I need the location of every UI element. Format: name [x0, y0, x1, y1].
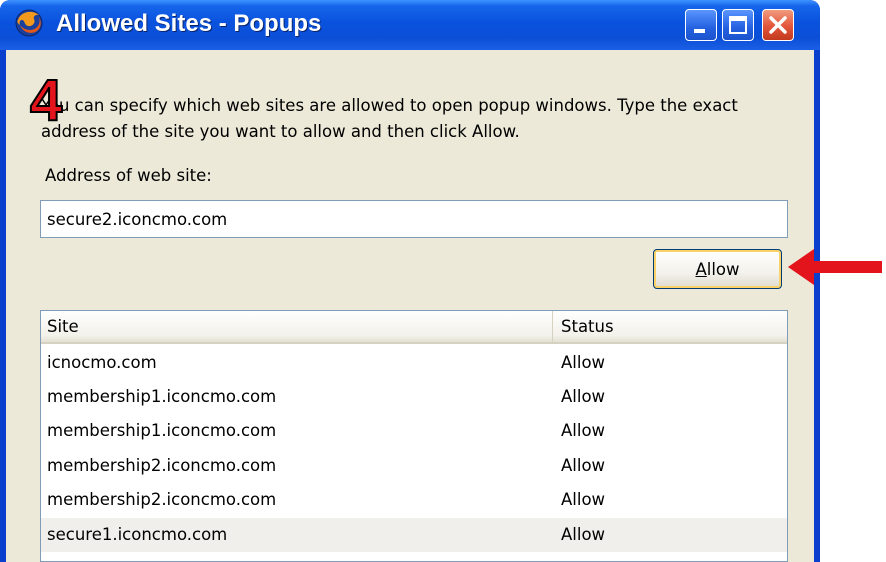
allow-button[interactable]: Allow: [653, 249, 782, 289]
column-header-site[interactable]: Site: [41, 311, 553, 342]
status-cell: Allow: [561, 421, 606, 440]
address-label: Address of web site:: [45, 166, 212, 185]
site-cell: membership1.iconcmo.com: [47, 387, 277, 406]
site-cell: membership2.iconcmo.com: [47, 490, 277, 509]
status-cell: Allow: [561, 525, 606, 544]
site-cell: secure1.iconcmo.com: [47, 525, 228, 544]
status-cell: Allow: [561, 456, 606, 475]
allow-label: llow: [706, 259, 740, 279]
red-arrow-icon: [788, 249, 882, 285]
maximize-button[interactable]: [722, 9, 754, 41]
table-row[interactable]: membership1.iconcmo.com Allow: [41, 380, 787, 414]
table-row[interactable]: membership1.iconcmo.com Allow: [41, 414, 787, 448]
table-row[interactable]: membership2.iconcmo.com Allow: [41, 449, 787, 483]
list-header: Site Status: [41, 311, 787, 344]
address-input[interactable]: [40, 200, 788, 238]
maximize-icon: [729, 16, 747, 34]
sites-list[interactable]: Site Status icnocmo.com Allow membership…: [40, 310, 788, 562]
status-cell: Allow: [561, 387, 606, 406]
firefox-icon: [15, 9, 43, 37]
site-cell: membership1.iconcmo.com: [47, 421, 277, 440]
site-cell: icnocmo.com: [47, 353, 157, 372]
column-header-status[interactable]: Status: [553, 311, 787, 342]
window-title: Allowed Sites - Popups: [56, 10, 322, 37]
close-button[interactable]: [762, 9, 794, 41]
site-cell: membership2.iconcmo.com: [47, 456, 277, 475]
table-row[interactable]: icnocmo.com Allow: [41, 346, 787, 380]
table-row[interactable]: membership2.iconcmo.com Allow: [41, 483, 787, 517]
step-number-annotation: 4: [29, 68, 63, 133]
intro-text: You can specify which web sites are allo…: [41, 96, 738, 141]
allow-accelerator: A: [695, 259, 707, 279]
status-cell: Allow: [561, 353, 606, 372]
minimize-button[interactable]: [685, 9, 717, 41]
table-row[interactable]: secure1.iconcmo.com Allow: [41, 518, 787, 552]
title-bar[interactable]: Allowed Sites - Popups: [0, 0, 820, 50]
close-icon: [769, 16, 787, 34]
minimize-icon: [694, 29, 705, 33]
status-cell: Allow: [561, 490, 606, 509]
